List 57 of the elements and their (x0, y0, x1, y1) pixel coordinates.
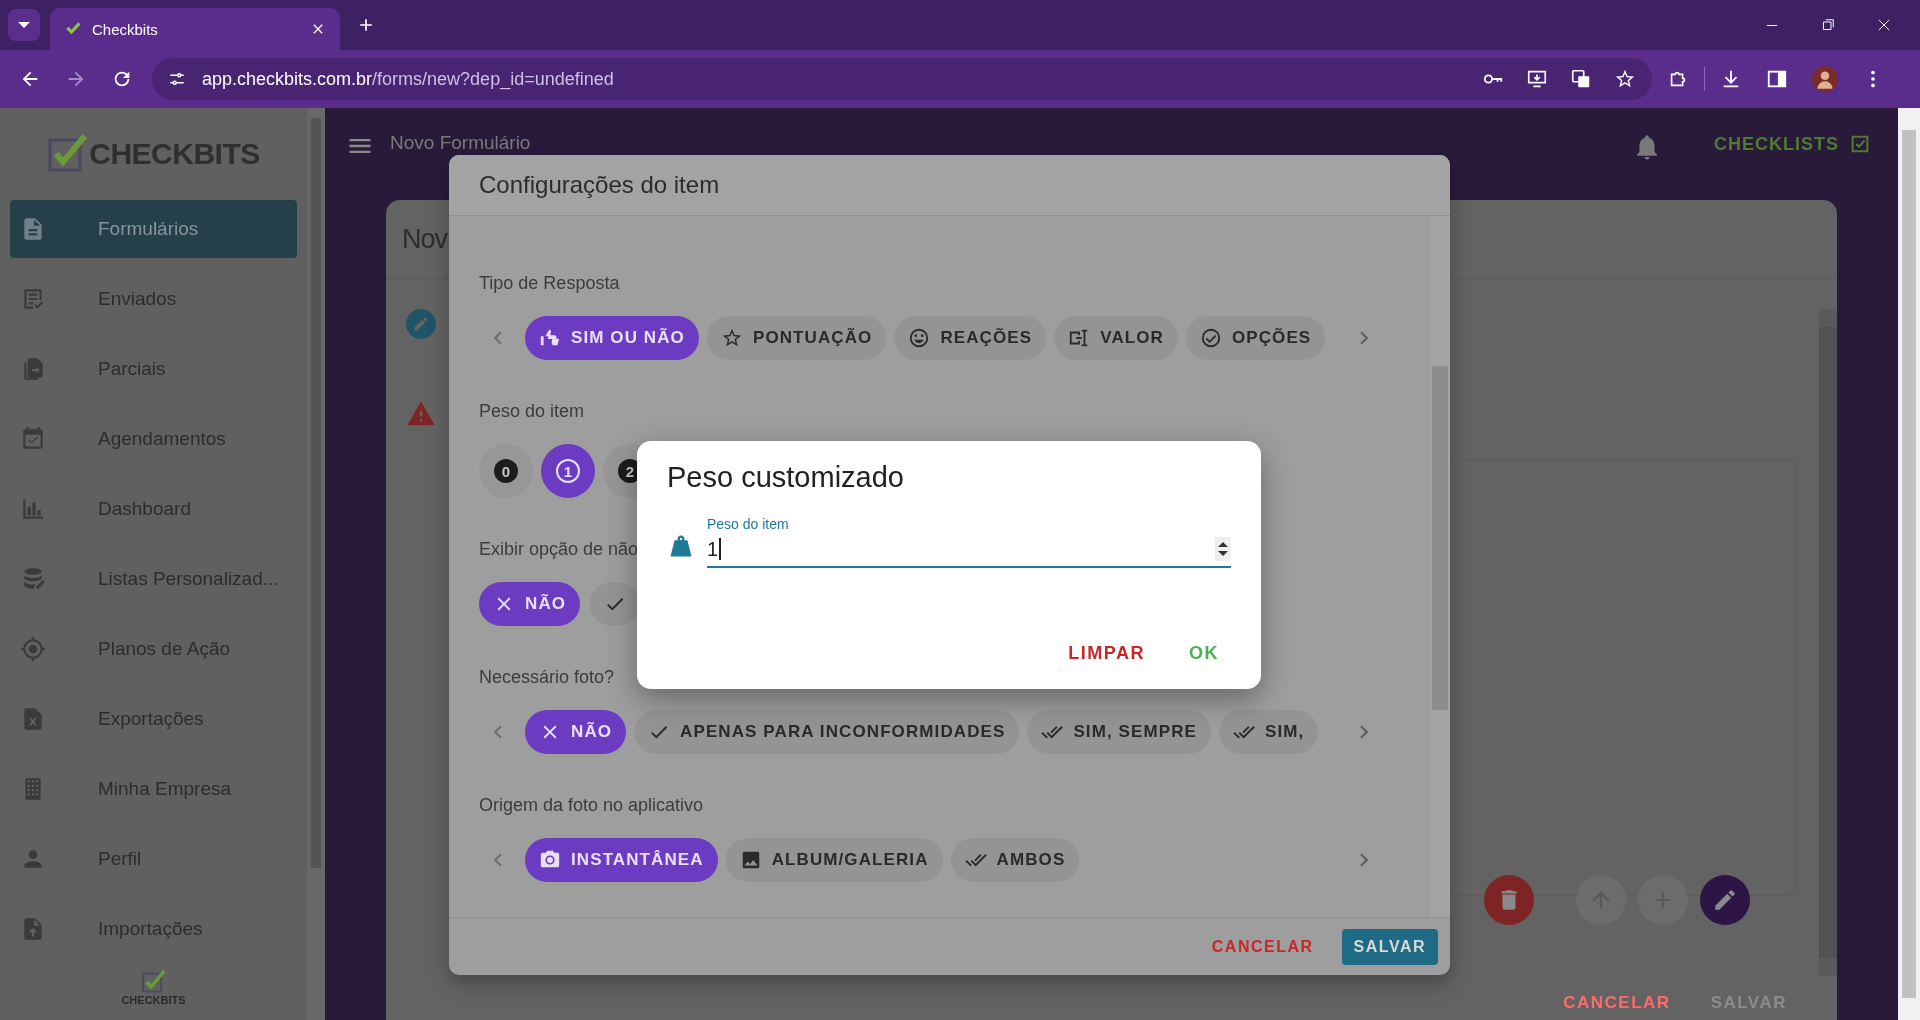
checkbox-icon (1849, 133, 1871, 155)
smiley-icon (908, 327, 931, 349)
nav-item[interactable]: Formulários (10, 200, 297, 258)
scrollbar[interactable] (1430, 216, 1450, 917)
scrollbar[interactable] (307, 108, 325, 1020)
scrollbar[interactable] (1819, 309, 1837, 976)
translate-icon[interactable] (1570, 68, 1592, 90)
tab-search-button[interactable] (8, 9, 40, 41)
option-chip[interactable]: NÃO (525, 710, 627, 754)
dialog-title: Configurações do item (479, 171, 720, 199)
option-chip[interactable]: AMBOS (950, 838, 1080, 882)
section-label: Tipo de Resposta (479, 273, 620, 294)
edit-button[interactable] (1700, 875, 1750, 925)
section-label: Exibir opção de não (479, 539, 639, 560)
pencil-icon (1712, 887, 1738, 913)
option-chip[interactable]: INSTANTÂNEA (525, 838, 718, 882)
option-chip[interactable]: VALOR (1054, 316, 1178, 360)
checklists-button[interactable]: CHECKLISTS (1708, 132, 1877, 156)
option-chip[interactable]: ALBUM/GALERIA (725, 838, 943, 882)
star-icon[interactable] (1614, 68, 1636, 90)
bar-chart-icon (20, 496, 46, 522)
avatar-icon[interactable] (1812, 66, 1838, 92)
ok-button[interactable]: OK (1177, 636, 1231, 670)
option-chip[interactable]: PONTUAÇÃO (706, 316, 887, 360)
option-chip[interactable]: SIM, (1219, 710, 1319, 754)
weight-field[interactable]: Peso do item 1 (707, 516, 1231, 568)
delete-button[interactable] (1484, 875, 1534, 925)
logo-icon (47, 134, 90, 174)
site-settings-icon[interactable] (168, 70, 186, 88)
scrollbar[interactable] (1898, 108, 1920, 1020)
clear-button[interactable]: LIMPAR (1056, 636, 1157, 670)
option-chip[interactable]: APENAS PARA INCONFORMIDADES (634, 710, 1020, 754)
option-chip[interactable]: NÃO (479, 582, 581, 626)
option-chip[interactable]: SIM OU NÃO (525, 316, 699, 360)
save-button[interactable]: SALVAR (1341, 928, 1438, 965)
section-label: Origem da foto no aplicativo (479, 795, 704, 816)
star-icon (720, 327, 743, 349)
browser-tab[interactable]: Checkbits (50, 8, 340, 50)
section-label: Necessário foto? (479, 667, 615, 688)
dialog-title: Peso customizado (667, 461, 905, 494)
section-label: Peso do item (479, 401, 585, 422)
install-icon[interactable] (1526, 68, 1548, 90)
logo-icon (140, 970, 167, 994)
crosshair-icon (20, 636, 46, 662)
calendar-icon (20, 426, 46, 452)
side-panel-icon[interactable] (1766, 68, 1788, 90)
option-chip[interactable]: SIM, SEMPRE (1027, 710, 1211, 754)
caret-icon (18, 22, 30, 28)
page-title: Novo Formulário (390, 132, 531, 154)
tab-title: Checkbits (92, 20, 159, 38)
url-text: app.checkbits.com.br/forms/new?dep_id=undefined (202, 68, 614, 90)
address-bar[interactable]: app.checkbits.com.br/forms/new?dep_id=undefined (152, 58, 1652, 100)
spinner-icon[interactable] (1215, 537, 1231, 561)
option-chip[interactable]: OPÇÕES (1185, 316, 1326, 360)
option-chip[interactable]: REAÇÕES (894, 316, 1047, 360)
weight-option[interactable]: 0 (479, 444, 533, 498)
weight-option[interactable]: 1 (541, 444, 595, 498)
